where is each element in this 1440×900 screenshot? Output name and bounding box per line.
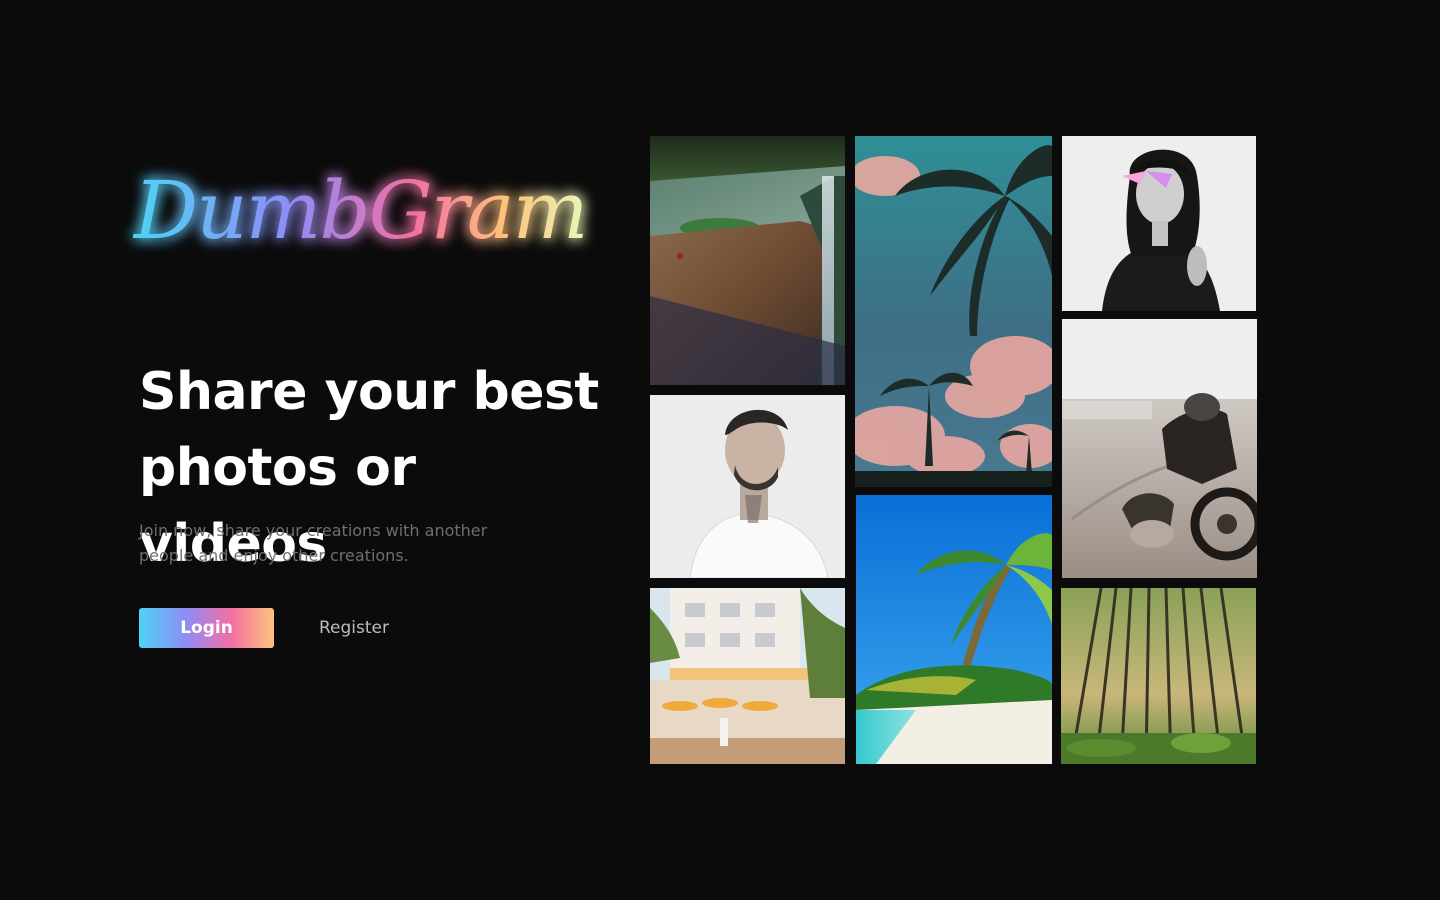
pine-forest-photo[interactable]	[1061, 588, 1256, 764]
waterfall-cliff-photo[interactable]	[650, 136, 845, 385]
hero-subtext-line-1: Join now, share your creations with anot…	[139, 521, 488, 540]
man-tattoo-portrait-photo[interactable]	[650, 395, 845, 578]
landing-page: DumbGram Share your best photos or video…	[0, 0, 1440, 900]
palm-trees-pink-sky-photo[interactable]	[855, 136, 1052, 487]
hotel-street-cafe-photo[interactable]	[650, 588, 845, 764]
motorcycle-sand-photo[interactable]	[1062, 319, 1257, 578]
brand-logo: DumbGram	[126, 138, 588, 278]
hero-subtext: Join now, share your creations with anot…	[139, 518, 519, 568]
tropical-beach-photo[interactable]	[856, 495, 1052, 764]
register-button[interactable]: Register	[300, 608, 408, 648]
brand-logo-text: DumbGram	[132, 164, 586, 257]
hero-subtext-line-2: people and enjoy other creations.	[139, 546, 409, 565]
login-button[interactable]: Login	[139, 608, 274, 648]
woman-portrait-bw-photo[interactable]	[1062, 136, 1256, 311]
hero-headline-line-1: Share your best	[139, 362, 599, 422]
